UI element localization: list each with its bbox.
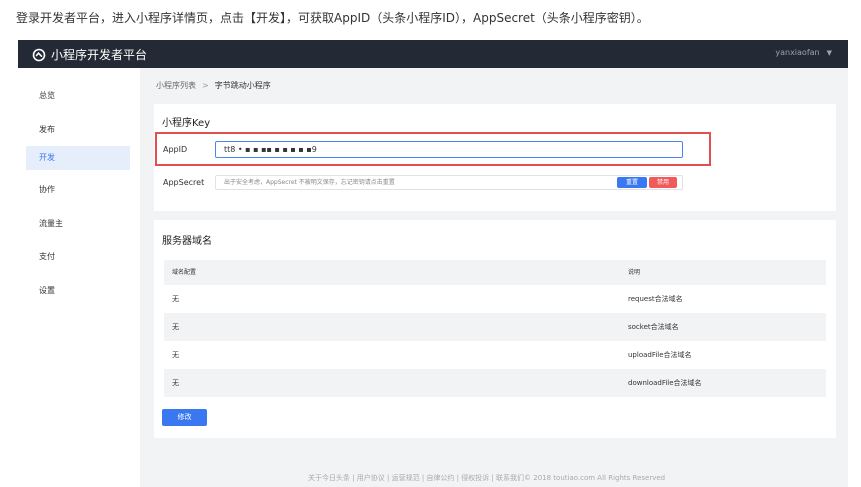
sidebar-item-overview[interactable]: 总览 <box>26 84 130 108</box>
appsecret-field[interactable]: 出于安全考虑，AppSecret 不被明文保存，忘记密钥请点击重置 <box>215 175 683 190</box>
loop-logo-icon <box>32 48 46 61</box>
user-menu[interactable]: yanxiaofan ▼ <box>775 48 832 57</box>
reset-button[interactable]: 重置 <box>617 177 647 188</box>
table-row: 无 uploadFile合法域名 <box>164 341 826 369</box>
chevron-down-icon: ▼ <box>826 48 832 57</box>
sidebar-item-settings[interactable]: 设置 <box>26 279 130 303</box>
sidebar-item-traffic[interactable]: 流量主 <box>26 212 130 236</box>
top-bar: 小程序开发者平台 yanxiaofan ▼ <box>18 40 848 68</box>
breadcrumb: 小程序列表 > 字节跳动小程序 <box>156 80 271 91</box>
user-name: yanxiaofan <box>775 48 820 57</box>
sidebar-item-collaborate[interactable]: 协作 <box>26 178 130 202</box>
domain-card: 服务器域名 域名配置 说明 无 request合法域名 无 socket合法域名… <box>154 220 836 438</box>
breadcrumb-separator: > <box>202 81 209 90</box>
table-row: 无 socket合法域名 <box>164 313 826 341</box>
domain-desc: request合法域名 <box>628 295 683 303</box>
key-card-title: 小程序Key <box>162 118 211 129</box>
column-header-desc: 说明 <box>628 269 641 276</box>
domain-desc: uploadFile合法域名 <box>628 351 692 359</box>
sidebar-item-develop[interactable]: 开发 <box>26 146 130 170</box>
table-row: 无 downloadFile合法域名 <box>164 369 826 397</box>
domain-card-title: 服务器域名 <box>162 236 212 247</box>
domain-value: 无 <box>172 351 179 359</box>
breadcrumb-current: 字节跳动小程序 <box>214 81 271 90</box>
domain-value: 无 <box>172 379 179 387</box>
table-header: 域名配置 说明 <box>164 260 826 285</box>
key-card: 小程序Key AppID tt8 • ▪ ▪ ▪▪ ▪ ▪ ▪ ▪ ▪9 App… <box>154 104 836 211</box>
domain-value: 无 <box>172 323 179 331</box>
app-title: 小程序开发者平台 <box>51 48 148 62</box>
edit-button[interactable]: 修改 <box>162 409 207 426</box>
sidebar-item-publish[interactable]: 发布 <box>26 118 130 142</box>
brand[interactable]: 小程序开发者平台 <box>32 46 147 63</box>
appid-label: AppID <box>163 145 188 154</box>
sidebar: 总览 发布 开发 协作 流量主 支付 设置 <box>18 68 140 487</box>
instruction-text: 登录开发者平台，进入小程序详情页，点击【开发】，可获取AppID（头条小程序ID… <box>16 11 649 25</box>
table-row: 无 request合法域名 <box>164 285 826 313</box>
domain-desc: socket合法域名 <box>628 323 679 331</box>
breadcrumb-parent[interactable]: 小程序列表 <box>156 80 196 91</box>
app-window: 小程序开发者平台 yanxiaofan ▼ 总览 发布 开发 协作 流量主 支付… <box>18 40 848 487</box>
appsecret-label: AppSecret <box>163 178 205 187</box>
domain-value: 无 <box>172 295 179 303</box>
column-header-domain: 域名配置 <box>172 269 197 276</box>
footer-text: 关于今日头条 | 用户协议 | 运营规范 | 自律公约 | 侵权投诉 | 联系我… <box>308 474 666 482</box>
disable-button[interactable]: 禁用 <box>649 177 677 188</box>
domain-desc: downloadFile合法域名 <box>628 379 702 387</box>
appid-field[interactable]: tt8 • ▪ ▪ ▪▪ ▪ ▪ ▪ ▪ ▪9 <box>215 141 683 158</box>
sidebar-item-payment[interactable]: 支付 <box>26 245 130 269</box>
